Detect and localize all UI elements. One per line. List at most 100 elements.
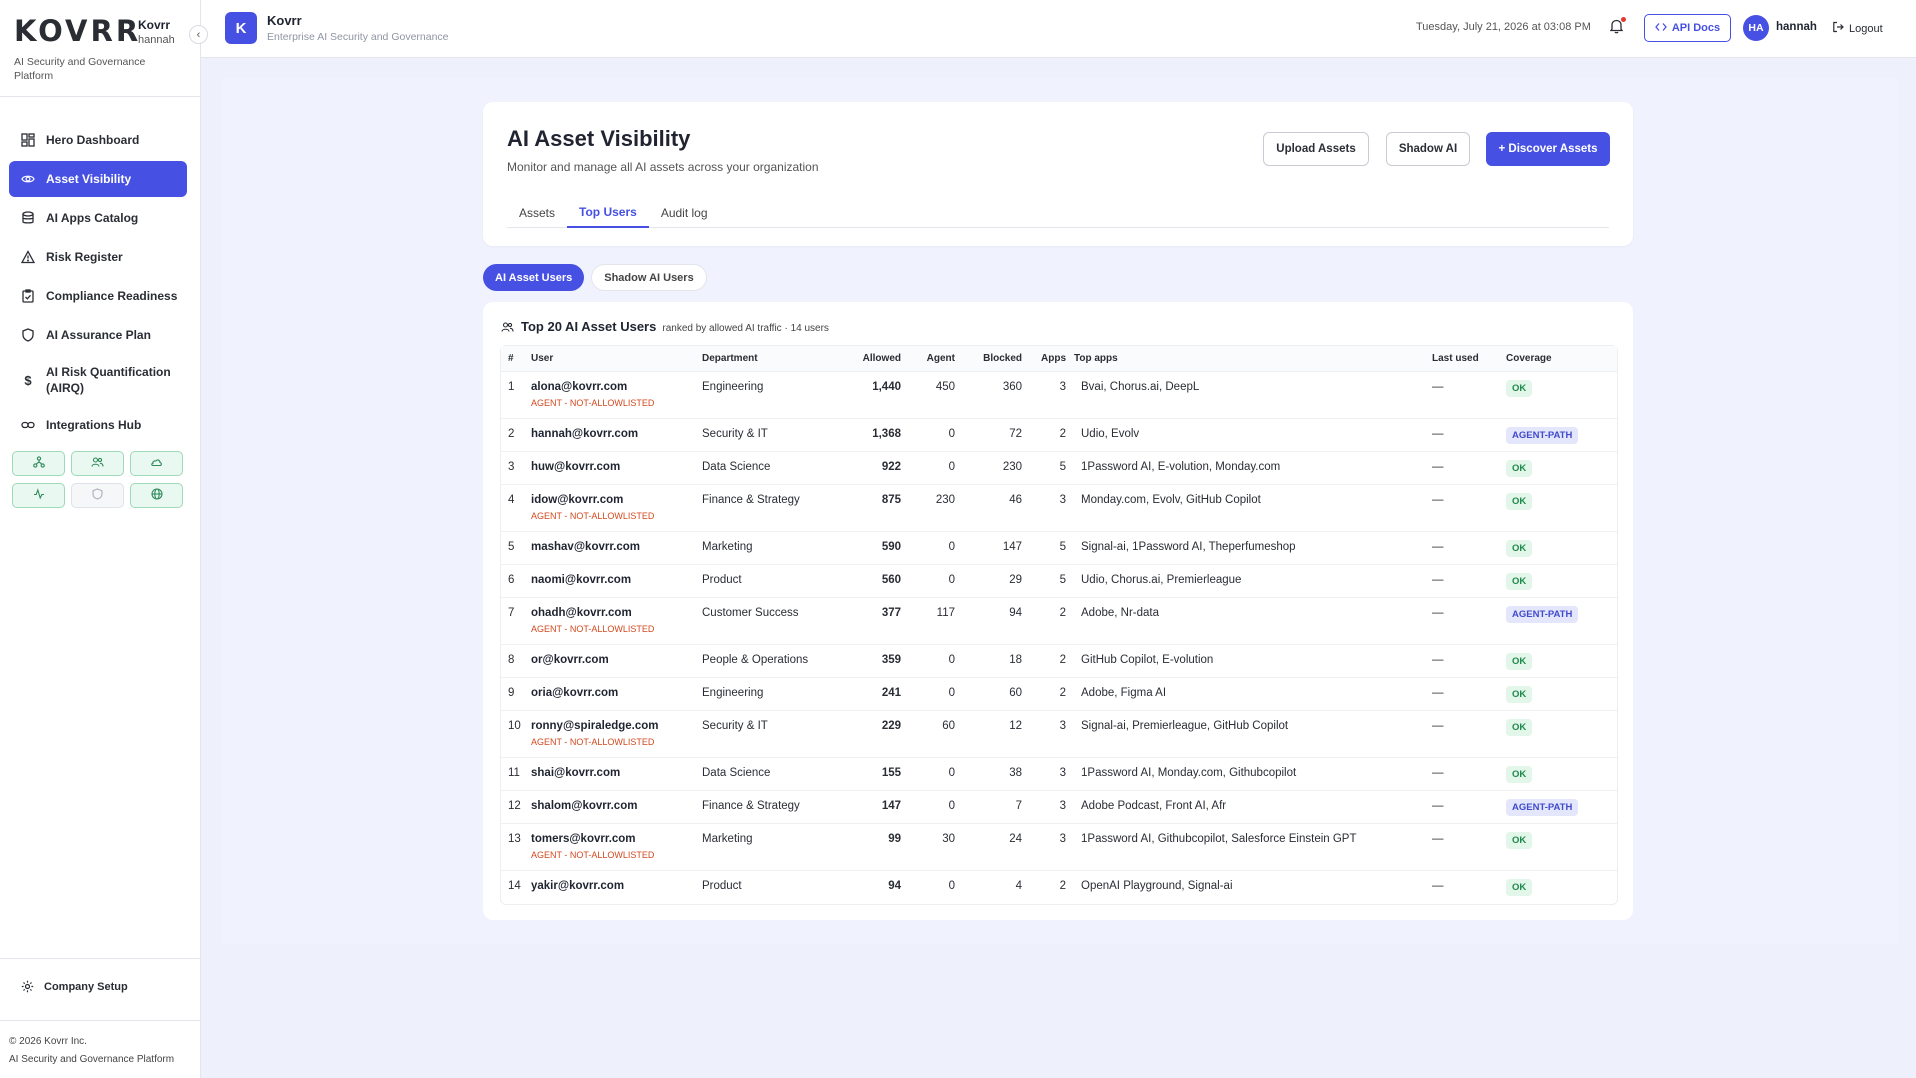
- sidebar-item-ai-assurance-plan[interactable]: AI Assurance Plan: [9, 317, 187, 353]
- column-header[interactable]: User: [527, 346, 698, 372]
- table-row[interactable]: 2 hannah@kovrr.com Security & IT 1,368 0 72 2 U…: [501, 419, 1617, 452]
- user-email[interactable]: mashav@kovrr.com: [531, 541, 694, 553]
- shield-quick-button[interactable]: [71, 483, 124, 508]
- user-email[interactable]: shalom@kovrr.com: [531, 800, 694, 812]
- user-email[interactable]: oria@kovrr.com: [531, 687, 694, 699]
- table-row[interactable]: 4 idow@kovrr.com AGENT - NOT-ALLOWLISTED Fi…: [501, 485, 1617, 532]
- top-users-table: # User Department Allowed Agent Blocked …: [500, 345, 1618, 905]
- coverage-badge: OK: [1506, 460, 1533, 477]
- tab-top-users[interactable]: Top Users: [567, 198, 649, 228]
- footer-copyright: © 2026 Kovrr Inc.: [9, 1036, 87, 1047]
- user-email[interactable]: tomers@kovrr.com: [531, 833, 694, 845]
- cloud-quick-button[interactable]: [130, 451, 183, 476]
- table-row[interactable]: 8 or@kovrr.com People & Operations 359 0 18 2 G…: [501, 645, 1617, 678]
- column-header[interactable]: Allowed: [834, 346, 905, 372]
- brand-logo[interactable]: KOVRR: [14, 14, 141, 48]
- table-row[interactable]: 11 shai@kovrr.com Data Science 155 0 38 3 1Pass…: [501, 758, 1617, 791]
- top-apps-cell: Adobe, Figma AI: [1070, 678, 1428, 711]
- users-quick-button[interactable]: [71, 451, 124, 476]
- top-apps-cell: Monday.com, Evolv, GitHub Copilot: [1070, 485, 1428, 532]
- user-email[interactable]: alona@kovrr.com: [531, 381, 694, 393]
- coverage-cell: OK: [1502, 372, 1617, 419]
- blocked-count: 18: [959, 645, 1026, 678]
- eye-icon: [21, 172, 35, 186]
- user-email[interactable]: shai@kovrr.com: [531, 767, 694, 779]
- company-setup-link[interactable]: Company Setup: [21, 980, 128, 993]
- last-used-cell: —: [1428, 485, 1502, 532]
- user-email[interactable]: ronny@spiraledge.com: [531, 720, 694, 732]
- table-row[interactable]: 10 ronny@spiraledge.com AGENT - NOT-ALLOWL…: [501, 711, 1617, 758]
- agent-count: 0: [905, 645, 959, 678]
- sidebar-item-integrations-hub[interactable]: Integrations Hub: [9, 407, 187, 443]
- top-apps-cell: Udio, Chorus.ai, Premierleague: [1070, 565, 1428, 598]
- coverage-cell: AGENT-PATH: [1502, 419, 1617, 452]
- row-rank: 13: [501, 824, 527, 871]
- column-header[interactable]: Last used: [1428, 346, 1502, 372]
- apps-count: 5: [1026, 452, 1070, 485]
- agent-count: 0: [905, 678, 959, 711]
- table-row[interactable]: 1 alona@kovrr.com AGENT - NOT-ALLOWLISTED E…: [501, 372, 1617, 419]
- table-row[interactable]: 13 tomers@kovrr.com AGENT - NOT-ALLOWLISTE…: [501, 824, 1617, 871]
- discover-assets-button[interactable]: + Discover Assets: [1486, 132, 1610, 166]
- shadow-ai-users-pill[interactable]: Shadow AI Users: [591, 264, 707, 291]
- notifications-button[interactable]: [1609, 17, 1626, 39]
- column-header[interactable]: Department: [698, 346, 834, 372]
- collapse-sidebar-button[interactable]: ‹: [189, 25, 208, 44]
- row-rank: 2: [501, 419, 527, 452]
- row-rank: 12: [501, 791, 527, 824]
- sidebar-item-risk-register[interactable]: Risk Register: [9, 239, 187, 275]
- sidebar-item-label: Risk Register: [46, 250, 123, 264]
- user-email[interactable]: hannah@kovrr.com: [531, 428, 694, 440]
- agent-count: 60: [905, 711, 959, 758]
- upload-assets-button[interactable]: Upload Assets: [1263, 132, 1369, 166]
- column-header[interactable]: Agent: [905, 346, 959, 372]
- table-row[interactable]: 7 ohadh@kovrr.com AGENT - NOT-ALLOWLISTED C…: [501, 598, 1617, 645]
- sidebar-item-asset-visibility[interactable]: Asset Visibility: [9, 161, 187, 197]
- globe-quick-button[interactable]: [130, 483, 183, 508]
- tab-audit-log[interactable]: Audit log: [649, 198, 720, 228]
- user-email[interactable]: or@kovrr.com: [531, 654, 694, 666]
- shadow-ai-button[interactable]: Shadow AI: [1386, 132, 1470, 166]
- chevron-left-icon: ‹: [196, 28, 201, 41]
- last-used-cell: —: [1428, 452, 1502, 485]
- coverage-cell: OK: [1502, 565, 1617, 598]
- column-header: Top apps: [1070, 346, 1428, 372]
- user-email[interactable]: idow@kovrr.com: [531, 494, 694, 506]
- last-used-cell: —: [1428, 419, 1502, 452]
- column-header[interactable]: Apps: [1026, 346, 1070, 372]
- user-email[interactable]: naomi@kovrr.com: [531, 574, 694, 586]
- table-row[interactable]: 6 naomi@kovrr.com Product 560 0 29 5 Udio, Chor…: [501, 565, 1617, 598]
- column-header[interactable]: Coverage: [1502, 346, 1617, 372]
- avatar[interactable]: HA: [1743, 15, 1769, 41]
- ai-asset-users-pill[interactable]: AI Asset Users: [483, 264, 585, 291]
- table-row[interactable]: 12 shalom@kovrr.com Finance & Strategy 147 0…: [501, 791, 1617, 824]
- table-row[interactable]: 14 yakir@kovrr.com Product 94 0 4 2 OpenAI Play…: [501, 871, 1617, 904]
- sidebar-item-ai-apps-catalog[interactable]: AI Apps Catalog: [9, 200, 187, 236]
- clipboard-check-icon: [21, 289, 35, 303]
- user-email[interactable]: huw@kovrr.com: [531, 461, 694, 473]
- tab-assets[interactable]: Assets: [507, 198, 567, 228]
- column-header[interactable]: Blocked: [959, 346, 1026, 372]
- coverage-badge: OK: [1506, 540, 1533, 557]
- table-row[interactable]: 3 huw@kovrr.com Data Science 922 0 230 5 1Passw…: [501, 452, 1617, 485]
- table-row[interactable]: 9 oria@kovrr.com Engineering 241 0 60 2 Adobe, …: [501, 678, 1617, 711]
- allowed-count: 1,368: [834, 419, 905, 452]
- table-row[interactable]: 5 mashav@kovrr.com Marketing 590 0 147 5 Signal…: [501, 532, 1617, 565]
- page-subtitle: Monitor and manage all AI assets across …: [507, 160, 819, 174]
- agent-count: 0: [905, 419, 959, 452]
- coverage-cell: OK: [1502, 485, 1617, 532]
- api-docs-button[interactable]: API Docs: [1644, 14, 1731, 42]
- user-email[interactable]: ohadh@kovrr.com: [531, 607, 694, 619]
- logout-button[interactable]: Logout: [1832, 21, 1883, 36]
- network-quick-button[interactable]: [12, 451, 65, 476]
- sidebar-item-compliance-readiness[interactable]: Compliance Readiness: [9, 278, 187, 314]
- coverage-badge: AGENT-PATH: [1506, 427, 1579, 444]
- sidebar-item-ai-risk-quantification[interactable]: $ AI Risk Quantification (AIRQ): [9, 356, 187, 404]
- apps-count: 3: [1026, 485, 1070, 532]
- sidebar-item-hero-dashboard[interactable]: Hero Dashboard: [9, 122, 187, 158]
- user-email[interactable]: yakir@kovrr.com: [531, 880, 694, 892]
- activity-quick-button[interactable]: [12, 483, 65, 508]
- header-username[interactable]: hannah: [1776, 21, 1817, 33]
- top-header: K Kovrr Enterprise AI Security and Gover…: [201, 0, 1916, 58]
- sidebar-tagline: AI Security and Governance Platform: [14, 56, 146, 82]
